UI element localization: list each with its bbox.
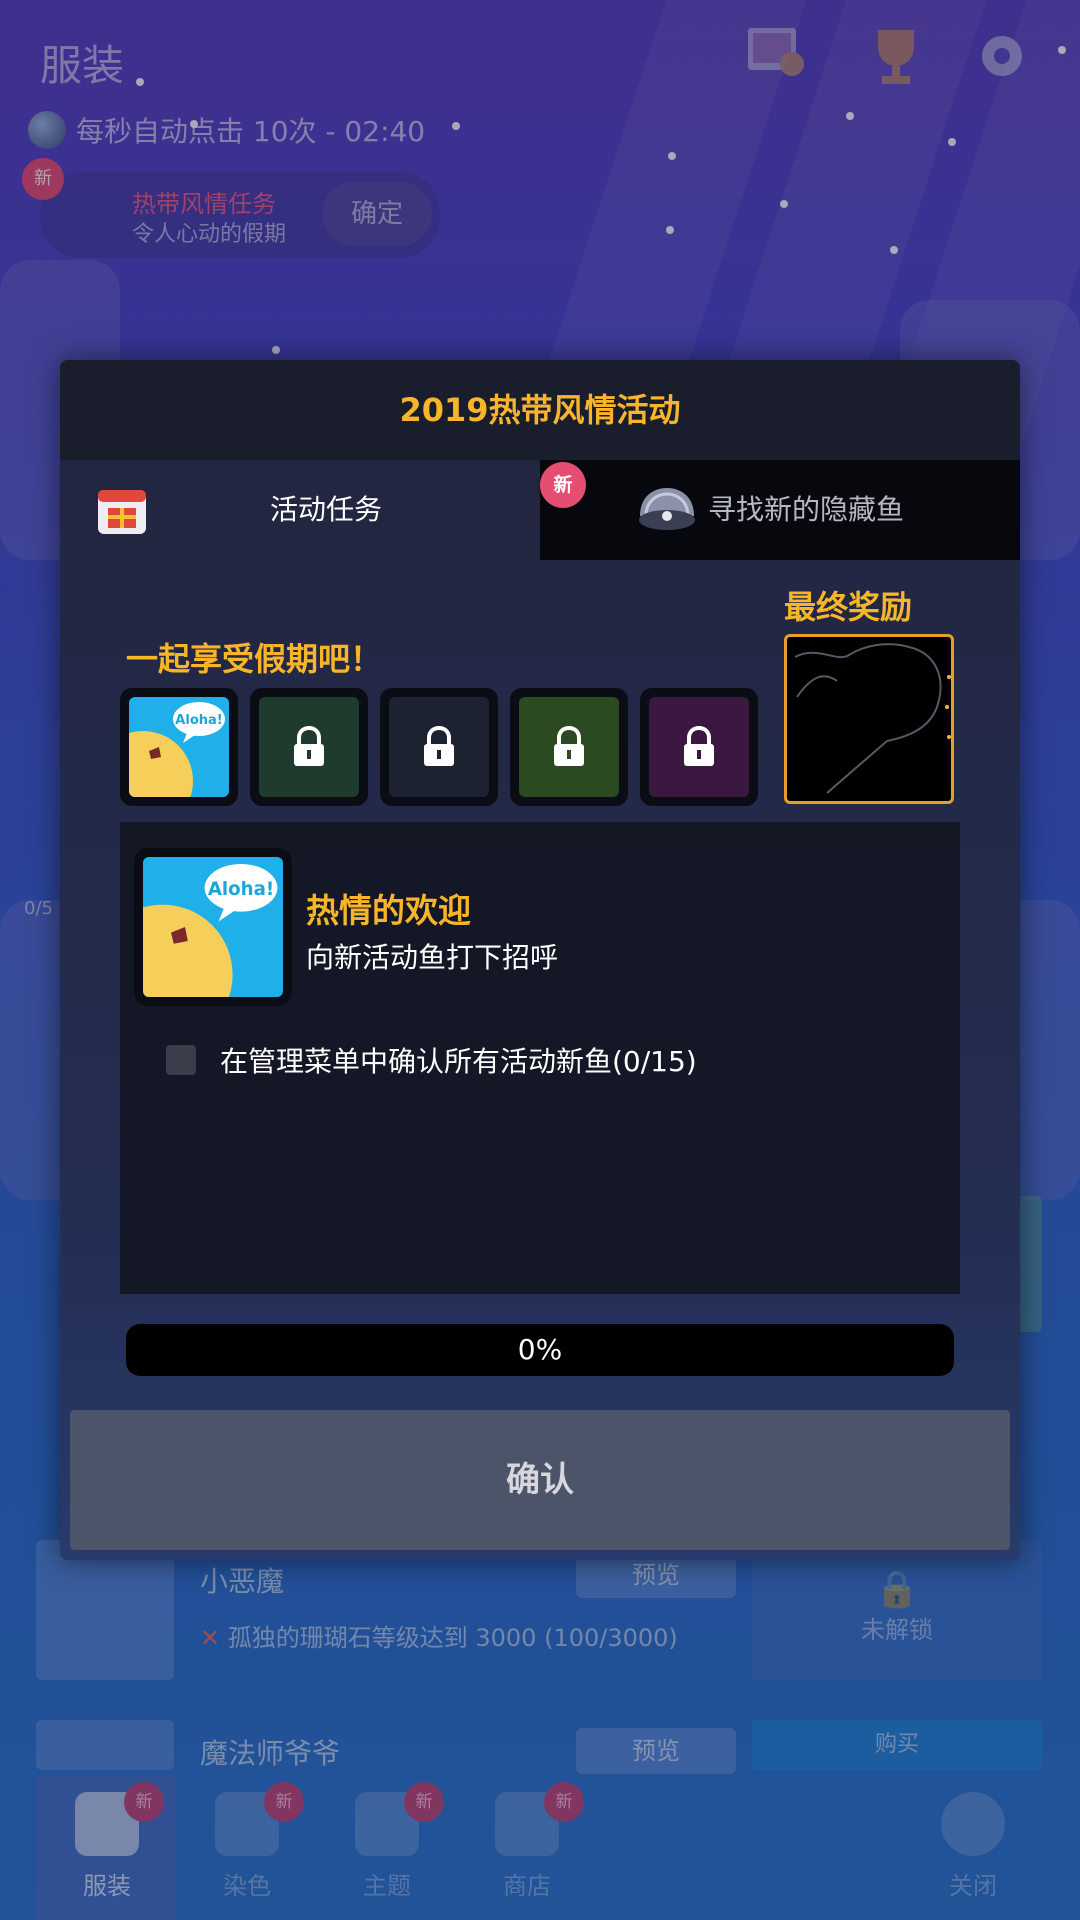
tab-event-tasks[interactable]: 活动任务 — [60, 460, 540, 560]
detail-bubble-text: Aloha! — [208, 879, 274, 900]
final-reward-silhouette-icon — [794, 643, 951, 794]
tab-hidden-fish-label: 寻找新的隐藏鱼 — [708, 493, 905, 526]
confirm-button[interactable]: 确认 — [70, 1410, 1010, 1550]
aloha-fish-icon: Aloha! — [143, 857, 283, 997]
lock-icon — [424, 726, 454, 766]
event-modal: 2019热带风情活动 活动任务 寻找新的隐藏鱼 新 最终奖励 一起享受假期吧！ … — [60, 360, 1020, 1560]
modal-tabs: 活动任务 寻找新的隐藏鱼 新 — [60, 460, 1020, 560]
aloha-fish-icon: Aloha! — [129, 697, 229, 797]
stage-card-1[interactable]: Aloha! — [120, 688, 238, 806]
tab-event-tasks-label: 活动任务 — [270, 493, 383, 526]
shell-icon — [639, 488, 695, 530]
lock-icon — [554, 726, 584, 766]
stage-card-4[interactable] — [510, 688, 628, 806]
event-progress-text: 0% — [517, 1333, 563, 1366]
task-checklist-label: 在管理菜单中确认所有活动新鱼(0/15) — [220, 1045, 697, 1078]
tab-hidden-fish[interactable]: 寻找新的隐藏鱼 新 — [540, 460, 1020, 560]
task-checkbox[interactable] — [166, 1045, 196, 1075]
modal-title: 2019热带风情活动 — [60, 360, 1020, 460]
lock-icon — [684, 726, 714, 766]
stage-card-3[interactable] — [380, 688, 498, 806]
task-description: 向新活动鱼打下招呼 — [306, 941, 559, 974]
task-title: 热情的欢迎 — [306, 891, 471, 930]
tab-new-badge: 新 — [540, 462, 586, 508]
stage-bubble-text: Aloha! — [175, 713, 222, 728]
gift-calendar-icon — [98, 490, 146, 534]
event-progress-bar: 0% — [126, 1324, 954, 1376]
stage-card-5[interactable] — [640, 688, 758, 806]
event-subtitle: 一起享受假期吧！ — [126, 640, 383, 678]
final-reward-label: 最终奖励 — [784, 588, 913, 626]
final-reward-box[interactable] — [784, 634, 954, 804]
task-detail-thumbnail: Aloha! — [134, 848, 292, 1006]
task-detail-image: Aloha! — [143, 857, 283, 997]
stage-card-2[interactable] — [250, 688, 368, 806]
lock-icon — [294, 726, 324, 766]
task-checklist-item: 在管理菜单中确认所有活动新鱼(0/15) — [166, 1040, 697, 1080]
task-detail-panel: Aloha! 热情的欢迎 向新活动鱼打下招呼 在管理菜单中确认所有活动新鱼(0/… — [120, 822, 960, 1294]
stage-image: Aloha! — [129, 697, 229, 797]
